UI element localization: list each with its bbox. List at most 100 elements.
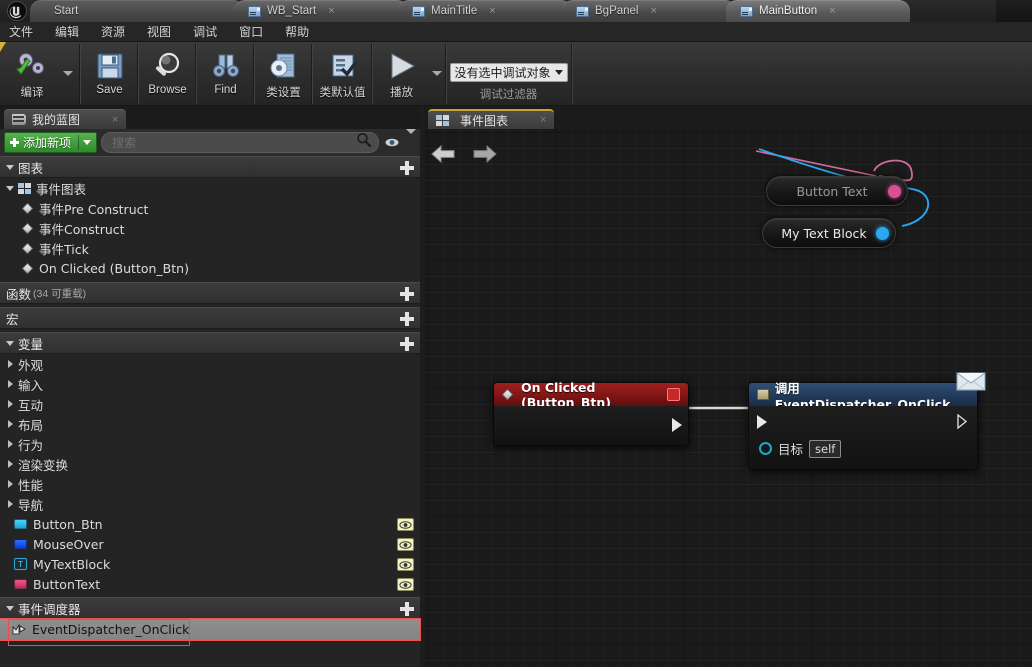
section-macros-label: 宏 [6,311,19,327]
variable-category-appearance[interactable]: 外观 [0,354,420,374]
variable-category-navigation[interactable]: 导航 [0,494,420,514]
target-value-field[interactable]: self [809,439,842,458]
tree-item-event-construct[interactable]: 事件Construct [0,218,420,238]
tree-item-event-graph[interactable]: 事件图表 [0,178,420,198]
section-graphs[interactable]: 图表 [0,156,420,178]
window-tab-close-icon[interactable]: × [829,5,835,17]
variable-type-icon [14,539,27,549]
dispatcher-eventdispatcher-onclick[interactable]: EventDispatcher_OnClick [0,618,421,641]
tab-close-icon[interactable]: × [540,114,546,126]
variable-buttontext[interactable]: ButtonText [0,574,420,594]
variable-visibility-toggle[interactable] [397,578,414,591]
section-macros[interactable]: 宏 [0,307,420,329]
tree-item-on-clicked[interactable]: On Clicked (Button_Btn) [0,258,420,278]
add-graph-button[interactable] [400,161,414,175]
add-new-button[interactable]: 添加新项 [4,132,98,153]
menu-item-file[interactable]: 文件 [0,22,44,42]
event-dispatcher-icon [12,623,26,636]
tree-item-label: EventDispatcher_OnClick [32,622,190,637]
browse-button[interactable]: Browse [140,44,195,102]
window-tab-bgpanel[interactable]: BgPanel × [562,0,736,22]
filter-dropdown-button[interactable] [405,128,416,152]
node-on-clicked-event[interactable]: On Clicked (Button_Btn) [493,380,689,446]
compile-button[interactable]: 编译 [4,44,60,102]
unreal-engine-logo-icon[interactable] [2,0,32,22]
class-settings-button[interactable]: 类设置 [256,44,311,102]
menu-item-assets[interactable]: 资源 [90,22,136,42]
add-variable-button[interactable] [400,337,414,351]
variable-category-interaction[interactable]: 互动 [0,394,420,414]
menu-item-window[interactable]: 窗口 [228,22,274,42]
window-tab-mainbutton[interactable]: MainButton × [726,0,910,22]
tree-item-label: 事件图表 [36,181,87,197]
variable-visibility-toggle[interactable] [397,538,414,551]
play-triangle-icon [386,49,418,83]
exec-pin-out[interactable] [957,413,968,430]
window-tab-close-icon[interactable]: × [650,5,656,17]
class-settings-button-label: 类设置 [266,87,301,99]
data-pin-out[interactable] [888,184,901,198]
variable-button-btn[interactable]: Button_Btn [0,514,420,534]
graph-canvas[interactable]: Button Text My Text Block On Clicked (Bu… [424,129,1032,667]
compile-dropdown-button[interactable] [60,44,76,102]
variable-category-render-transform[interactable]: 渲染变换 [0,454,420,474]
object-pin-in[interactable] [759,442,772,455]
section-variables[interactable]: 变量 [0,332,420,354]
variable-mouseover[interactable]: MouseOver [0,534,420,554]
tree-item-event-pre-construct[interactable]: 事件Pre Construct [0,198,420,218]
main-toolbar: 编译 Save Browse Find 类设置 类默认值 播放 没有选中调试对象… [0,42,1032,106]
exec-pin-in[interactable] [757,415,767,429]
tab-event-graph[interactable]: 事件图表 × [428,109,555,129]
visibility-filter-button[interactable] [383,137,401,148]
node-call-event-dispatcher[interactable]: 调用EventDispatcher_OnClick 目标 self [748,372,986,470]
variable-visibility-toggle[interactable] [397,558,414,571]
node-my-text-block[interactable]: My Text Block [762,218,896,248]
tree-item-event-tick[interactable]: 事件Tick [0,238,420,258]
window-tab-close-icon[interactable]: × [328,5,334,17]
variable-category-layout[interactable]: 布局 [0,414,420,434]
tab-my-blueprint[interactable]: 我的蓝图 × [4,109,127,129]
menu-item-help[interactable]: 帮助 [274,22,320,42]
play-dropdown-button[interactable] [429,44,445,102]
play-button[interactable]: 播放 [374,44,429,102]
data-pin-out[interactable] [876,226,889,240]
variable-category-performance[interactable]: 性能 [0,474,420,494]
tab-my-blueprint-label: 我的蓝图 [32,113,81,127]
section-event-dispatchers[interactable]: 事件调度器 [0,597,420,619]
window-tab-start[interactable]: Start [30,0,244,22]
tab-close-icon[interactable]: × [112,114,118,126]
add-function-button[interactable] [400,287,414,301]
exec-pin-out[interactable] [672,418,682,432]
section-functions[interactable]: 函数 (34 可重载) [0,282,420,304]
save-button[interactable]: Save [82,44,137,102]
tree-item-label: 行为 [18,437,44,453]
chevron-down-icon [63,70,73,76]
menu-item-debug[interactable]: 调试 [182,22,228,42]
debug-object-select[interactable]: 没有选中调试对象 [449,63,568,82]
add-dispatcher-button[interactable] [400,602,414,616]
window-tab-wb-start[interactable]: WB_Start × [234,0,408,22]
tree-item-label: 性能 [18,477,44,493]
chevron-right-icon [8,440,13,448]
event-graph-icon [18,182,31,194]
widget-blueprint-icon [412,5,425,17]
my-blueprint-tree: 图表 事件图表 事件Pre Construct 事件Construct 事件Ti… [0,156,421,667]
add-macro-button[interactable] [400,312,414,326]
variable-category-input[interactable]: 输入 [0,374,420,394]
chevron-down-icon [6,164,14,170]
find-button[interactable]: Find [198,44,253,102]
search-input[interactable]: 搜索 [101,132,379,153]
window-tab-close-icon[interactable]: × [489,5,495,17]
variable-visibility-toggle[interactable] [397,518,414,531]
menu-item-view[interactable]: 视图 [136,22,182,42]
class-defaults-button[interactable]: 类默认值 [314,44,371,102]
section-graphs-label: 图表 [18,160,44,176]
node-button-text[interactable]: Button Text [766,176,908,206]
node-event-indicator-icon[interactable] [667,388,680,401]
compile-gears-check-icon [14,49,50,83]
window-tab-maintitle[interactable]: MainTitle × [398,0,572,22]
debug-object-value: 没有选中调试对象 [454,66,551,80]
variable-category-behavior[interactable]: 行为 [0,434,420,454]
menu-item-edit[interactable]: 编辑 [44,22,90,42]
variable-mytextblock[interactable]: T MyTextBlock [0,554,420,574]
